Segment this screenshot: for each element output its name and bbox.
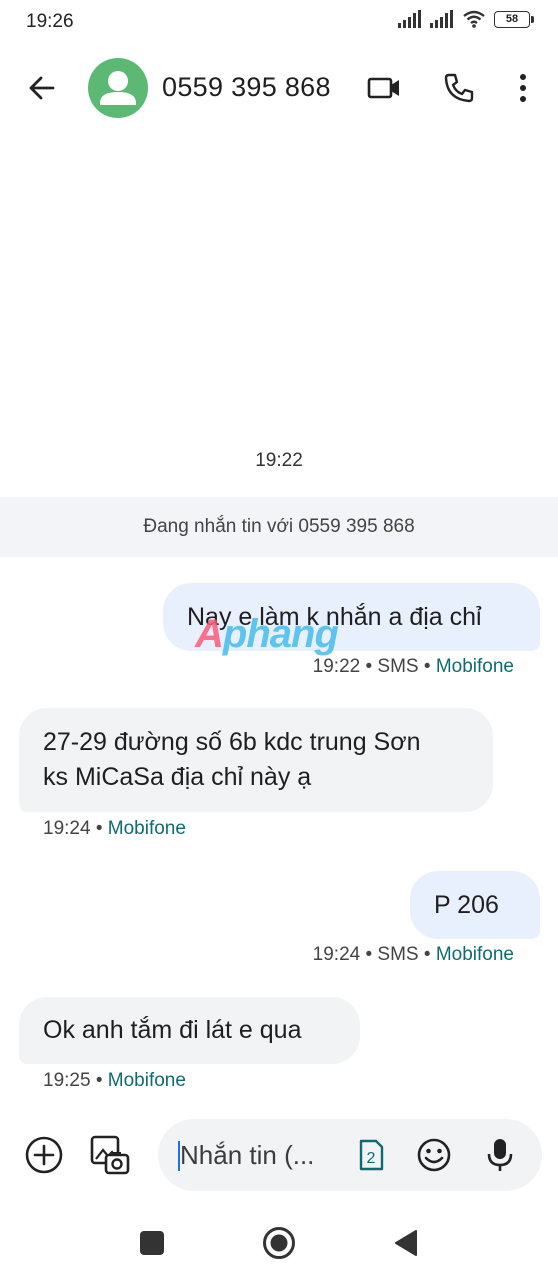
add-circle-icon	[25, 1136, 63, 1174]
home-button[interactable]	[262, 1226, 296, 1260]
contact-name[interactable]: 0559 395 868	[162, 72, 331, 103]
meta-separator: •	[365, 944, 373, 965]
message-time: 19:25	[43, 1070, 91, 1091]
gallery-icon	[90, 1135, 130, 1175]
message-text-line1: 27-29 đường số 6b kdc trung Sơn	[43, 728, 421, 756]
recents-button[interactable]	[140, 1231, 164, 1255]
battery-icon: 58	[494, 10, 534, 28]
wifi-icon	[463, 10, 485, 28]
person-icon	[100, 71, 136, 105]
gallery-button[interactable]	[88, 1133, 132, 1177]
avatar[interactable]	[88, 58, 148, 118]
signal-icon	[398, 10, 421, 28]
back-button[interactable]	[22, 68, 62, 108]
message-bubble-incoming[interactable]: Ok anh tắm đi lát e qua	[19, 997, 360, 1064]
sim-slot-number: 2	[367, 1150, 376, 1167]
meta-separator: •	[423, 656, 431, 677]
phone-icon	[444, 73, 474, 103]
conversation-banner: Đang nhắn tin với 0559 395 868	[0, 497, 558, 557]
back-arrow-icon	[29, 76, 55, 100]
message-text-line2: ks MiCaSa địa chỉ này ạ	[43, 763, 312, 791]
video-call-button[interactable]	[364, 68, 404, 108]
message-time: 19:22	[312, 656, 361, 677]
status-bar: 19:26 58	[0, 0, 558, 44]
composer-bar: Nhắn tin (... 2	[0, 1115, 558, 1197]
message-input-placeholder: Nhắn tin (...	[180, 1140, 315, 1170]
message-time: 19:24	[312, 944, 361, 965]
system-nav-bar	[0, 1216, 558, 1270]
message-type: SMS	[377, 656, 419, 677]
message-bubble-incoming[interactable]: 27-29 đường số 6b kdc trung Sơn ks MiCaS…	[19, 708, 493, 812]
status-time: 19:26	[26, 11, 74, 32]
voice-input-button[interactable]	[482, 1136, 518, 1174]
add-attachment-button[interactable]	[24, 1135, 64, 1175]
message-meta: 19:24 • Mobifone	[43, 818, 186, 840]
message-time: 19:24	[43, 818, 91, 839]
meta-separator: •	[95, 1070, 103, 1091]
date-separator: 19:22	[255, 450, 303, 471]
emoji-icon	[417, 1138, 451, 1172]
phone-call-button[interactable]	[439, 68, 479, 108]
message-carrier: Mobifone	[107, 1070, 186, 1091]
message-bubble-outgoing[interactable]: Nay e làm k nhắn a địa chỉ	[163, 583, 540, 651]
nav-back-button[interactable]	[392, 1228, 420, 1258]
message-meta: 19:25 • Mobifone	[43, 1070, 186, 1092]
more-options-button[interactable]	[503, 68, 543, 108]
meta-separator: •	[423, 944, 431, 965]
app-bar: 0559 395 868	[0, 52, 558, 124]
message-text: Ok anh tắm đi lát e qua	[43, 1016, 302, 1044]
message-meta: 19:24 • SMS • Mobifone	[313, 944, 514, 966]
signal-icon	[430, 10, 453, 28]
battery-level: 58	[505, 13, 519, 25]
message-text: Nay e làm k nhắn a địa chỉ	[187, 602, 482, 631]
meta-separator: •	[95, 818, 103, 839]
sim-card-icon[interactable]: 2	[358, 1139, 384, 1171]
more-vert-icon	[520, 74, 526, 102]
message-text: P 206	[434, 890, 499, 919]
emoji-button[interactable]	[416, 1137, 452, 1173]
video-call-icon	[367, 77, 399, 99]
message-carrier: Mobifone	[435, 656, 514, 677]
message-carrier: Mobifone	[435, 944, 514, 965]
mic-icon	[487, 1139, 513, 1171]
meta-separator: •	[365, 656, 373, 677]
message-carrier: Mobifone	[107, 818, 186, 839]
message-bubble-outgoing[interactable]: P 206	[410, 871, 540, 939]
message-type: SMS	[377, 944, 419, 965]
status-icons: 58	[398, 10, 534, 28]
message-meta: 19:22 • SMS • Mobifone	[313, 656, 514, 678]
message-input[interactable]: Nhắn tin (... 2	[158, 1119, 542, 1191]
